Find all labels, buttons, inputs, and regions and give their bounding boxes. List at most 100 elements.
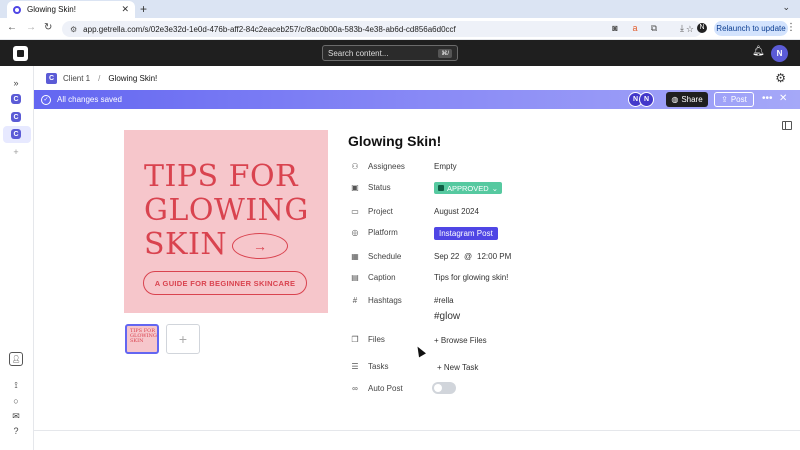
field-label: Files bbox=[368, 334, 385, 344]
link-icon: ∞ bbox=[352, 383, 358, 393]
breadcrumb-client[interactable]: Client 1 bbox=[63, 74, 90, 83]
post-button[interactable]: ⇪ Post bbox=[714, 92, 754, 107]
status-value: APPROVED bbox=[447, 183, 489, 193]
relaunch-button[interactable]: Relaunch to update bbox=[714, 21, 788, 36]
download-icon[interactable]: ⤓ bbox=[677, 23, 687, 33]
hashtag-item[interactable]: #rella bbox=[434, 296, 454, 305]
profile-icon[interactable]: N bbox=[697, 23, 707, 33]
new-tab-icon[interactable]: + bbox=[140, 2, 147, 16]
field-platform: ◎ Platform bbox=[350, 225, 398, 239]
search-input[interactable]: Search content... ⌘/ bbox=[322, 45, 458, 61]
field-label: Tasks bbox=[368, 361, 389, 371]
browser-tab[interactable]: Glowing Skin! ✕ bbox=[7, 1, 135, 18]
folder-icon: ▭ bbox=[351, 206, 359, 216]
site-info-icon[interactable]: ⚙ bbox=[70, 25, 77, 34]
thumbnail-text: TIPS FOR GLOWING SKIN bbox=[130, 328, 157, 344]
globe-icon: ◍ bbox=[671, 95, 679, 104]
post-image-preview[interactable]: TIPS FOR GLOWING SKIN → A GUIDE FOR BEGI… bbox=[124, 130, 328, 313]
close-icon[interactable]: ✕ bbox=[779, 93, 787, 104]
field-label: Hashtags bbox=[368, 295, 402, 305]
sidebar-item-client[interactable]: C bbox=[11, 129, 21, 139]
add-client-icon[interactable]: + bbox=[9, 145, 23, 159]
settings-gear-icon[interactable]: ⚙ bbox=[775, 71, 786, 85]
browser-tab-strip: Glowing Skin! ✕ + ⌄ bbox=[0, 0, 800, 18]
caption-value[interactable]: Tips for glowing skin! bbox=[434, 273, 508, 282]
back-arrow-icon[interactable]: ← bbox=[7, 22, 17, 33]
chat-icon[interactable]: ○ bbox=[9, 394, 23, 408]
save-status-text: All changes saved bbox=[57, 95, 122, 104]
camera-icon[interactable]: ◙ bbox=[610, 23, 620, 33]
post-label: Post bbox=[730, 95, 747, 104]
new-task-button[interactable]: + New Task bbox=[437, 363, 478, 372]
url-text: app.getrella.com/s/02e3e32d-1e0d-476b-af… bbox=[83, 24, 456, 34]
search-placeholder: Search content... bbox=[328, 48, 389, 58]
add-media-button[interactable]: + bbox=[166, 324, 200, 354]
assignees-value[interactable]: Empty bbox=[434, 162, 457, 171]
bookmark-star-icon[interactable]: ☆ bbox=[686, 24, 694, 35]
collaborator-avatar[interactable]: N bbox=[639, 92, 654, 107]
sidebar-item-client[interactable]: C bbox=[11, 112, 21, 122]
users-icon: ⚇ bbox=[351, 161, 359, 171]
mail-icon[interactable]: ✉ bbox=[9, 409, 23, 423]
notification-bell-icon[interactable]: 🔔︎ bbox=[752, 46, 765, 57]
tasks-icon: ☰ bbox=[351, 361, 359, 371]
files-icon: ❐ bbox=[351, 334, 359, 344]
share-label: Share bbox=[681, 95, 703, 104]
sidebar-item-client[interactable]: C bbox=[11, 94, 21, 104]
schedule-time[interactable]: 12:00 PM bbox=[477, 252, 511, 261]
app-top-bar: Search content... ⌘/ 🔔︎ N bbox=[0, 40, 800, 66]
field-label: Platform bbox=[368, 227, 398, 237]
tab-search-chevron-icon[interactable]: ⌄ bbox=[782, 2, 790, 13]
address-bar[interactable]: ⚙ app.getrella.com/s/02e3e32d-1e0d-476b-… bbox=[62, 21, 702, 37]
puzzle-icon[interactable]: ⧉ bbox=[649, 23, 659, 33]
field-label: Status bbox=[368, 182, 391, 192]
status-icon: ▣ bbox=[351, 182, 359, 192]
field-caption: ▤ Caption bbox=[350, 270, 395, 284]
field-tasks: ☰ Tasks bbox=[350, 359, 388, 373]
arrow-right-icon: → bbox=[232, 233, 288, 259]
mouse-cursor-icon bbox=[414, 344, 426, 358]
field-label: Assignees bbox=[368, 161, 405, 171]
project-value[interactable]: August 2024 bbox=[434, 207, 479, 216]
extension-icon[interactable]: a bbox=[630, 23, 640, 33]
field-status: ▣ Status bbox=[350, 180, 391, 194]
breadcrumb-post: Glowing Skin! bbox=[108, 73, 158, 83]
platform-badge[interactable]: Instagram Post bbox=[434, 227, 498, 240]
workspace-badge: C bbox=[46, 72, 57, 84]
media-thumbnail[interactable]: TIPS FOR GLOWING SKIN bbox=[125, 324, 159, 354]
invite-user-icon[interactable]: 👤︎ bbox=[9, 352, 23, 366]
hashtag-item[interactable]: #glow bbox=[434, 311, 460, 322]
browser-tab-title: Glowing Skin! bbox=[27, 5, 76, 14]
platform-icon: ◎ bbox=[351, 227, 359, 237]
forward-arrow-icon[interactable]: → bbox=[26, 22, 36, 33]
post-title[interactable]: Glowing Skin! bbox=[348, 133, 441, 149]
app-logo-icon[interactable] bbox=[13, 46, 28, 61]
field-label: Schedule bbox=[368, 251, 402, 261]
campaign-icon[interactable]: ⟟ bbox=[9, 378, 23, 392]
schedule-date[interactable]: Sep 22 bbox=[434, 252, 459, 261]
field-autopost: ∞ Auto Post bbox=[350, 381, 403, 395]
rella-favicon-icon bbox=[13, 5, 21, 14]
help-icon[interactable]: ? bbox=[9, 424, 23, 438]
hash-icon: # bbox=[352, 295, 358, 305]
check-circle-icon: ✓ bbox=[41, 94, 51, 105]
field-project: ▭ Project bbox=[350, 204, 393, 218]
save-status-bar: ✓ All changes saved N N ◍ Share ⇪ Post •… bbox=[34, 90, 800, 109]
expand-sidebar-icon[interactable]: » bbox=[9, 76, 23, 90]
close-tab-icon[interactable]: ✕ bbox=[121, 4, 129, 15]
reload-icon[interactable]: ↻ bbox=[44, 22, 52, 33]
autopost-toggle[interactable] bbox=[432, 382, 456, 394]
field-hashtags: # Hashtags bbox=[350, 293, 402, 307]
browser-menu-icon[interactable]: ⋮ bbox=[786, 22, 796, 33]
side-panel-toggle-icon[interactable] bbox=[782, 121, 792, 130]
upload-icon: ⇪ bbox=[721, 95, 728, 104]
user-avatar[interactable]: N bbox=[771, 45, 788, 62]
breadcrumb-separator: / bbox=[98, 73, 101, 83]
more-options-icon[interactable]: ••• bbox=[762, 93, 773, 104]
field-assignees: ⚇ Assignees bbox=[350, 159, 405, 173]
breadcrumb: C Client 1 / Glowing Skin! ⚙ bbox=[34, 66, 800, 90]
status-badge[interactable]: APPROVED ⌄ bbox=[434, 182, 502, 194]
browse-files-button[interactable]: + Browse Files bbox=[434, 336, 487, 345]
schedule-at: @ bbox=[464, 252, 473, 261]
share-button[interactable]: ◍ Share bbox=[666, 92, 708, 107]
